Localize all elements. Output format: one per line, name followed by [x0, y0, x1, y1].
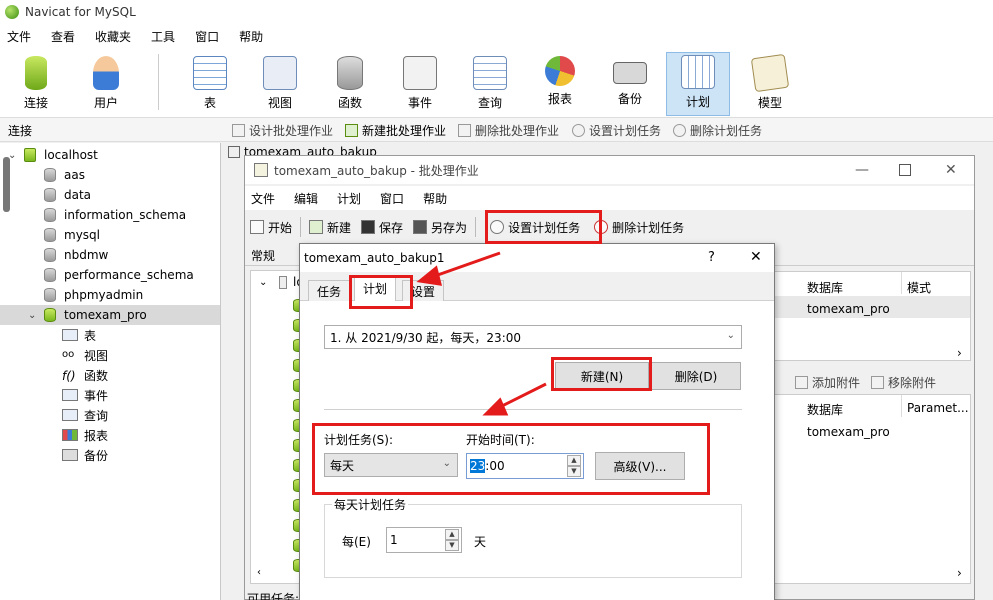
annotation-arrow-1: [431, 251, 501, 279]
annotation-arrowhead-2: [482, 397, 509, 416]
annotation-arrowhead-1: [416, 265, 443, 286]
annotation-arrow-2: [497, 382, 547, 410]
annotation-arrows: [416, 251, 547, 416]
